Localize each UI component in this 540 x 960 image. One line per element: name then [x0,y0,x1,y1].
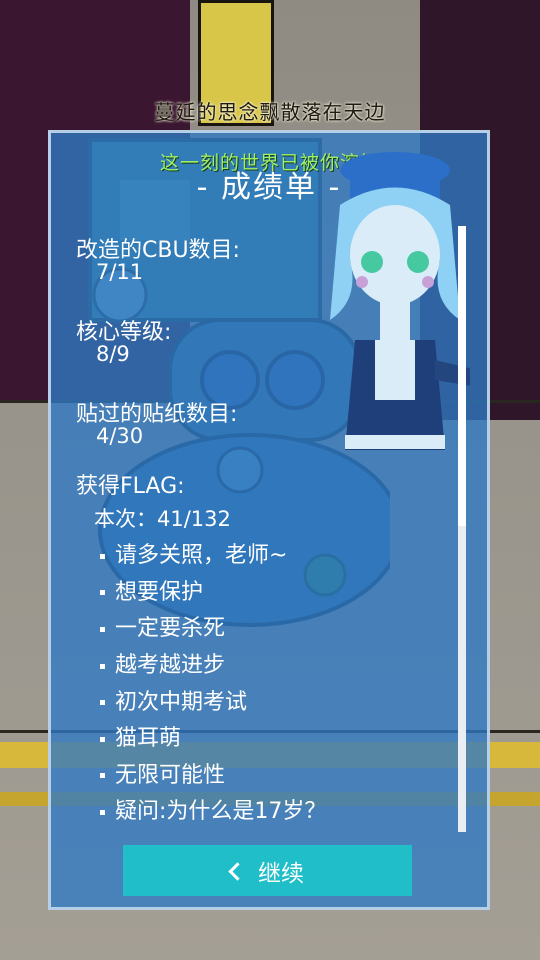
continue-label: 继续 [258,860,304,887]
list-item: 猫耳萌 [100,721,326,758]
flag-text: 疑问:为什么是17岁？ [115,799,327,825]
bullet-icon [100,809,105,815]
list-item: 请多关照，老师~ [100,538,326,575]
scrollbar[interactable] [458,226,466,832]
flag-text: 越考越进步 [115,653,226,679]
bullet-icon [100,590,105,596]
character-girl-illustration [330,152,470,450]
list-item: 想要保护 [100,575,326,612]
flag-text: 想要保护 [115,579,204,605]
sticker-count-value: 4/30 [96,424,144,448]
flag-list: 请多关照，老师~ 想要保护 一定要杀死 越考越进步 初次中期考试 猫耳萌 无限可… [100,538,326,831]
core-level-value: 8/9 [96,342,130,366]
bullet-icon [100,700,105,706]
list-item: 越考越进步 [100,648,326,685]
flag-text: 请多关照，老师~ [115,543,288,569]
flags-label: 获得FLAG: [76,474,185,499]
scrollbar-thumb[interactable] [458,226,466,526]
bullet-icon [100,626,105,632]
flags-count: 本次：41/132 [94,507,231,531]
bullet-icon [100,553,105,559]
flag-text: 初次中期考试 [115,689,248,715]
flag-text: 猫耳萌 [115,726,182,752]
flag-text: 一定要杀死 [115,616,226,642]
bullet-icon [100,663,105,669]
header-line-1: 蔓延的思念飘散落在天边 [154,100,386,124]
list-item: 疑问:为什么是17岁？ [100,794,326,831]
continue-button[interactable]: 继续 [123,845,412,896]
list-item: 一定要杀死 [100,611,326,648]
list-item: 初次中期考试 [100,684,326,721]
bullet-icon [100,736,105,742]
list-item: 无限可能性 [100,758,326,795]
chevron-left-icon [228,862,247,881]
bullet-icon [100,773,105,779]
cbu-count-value: 7/11 [96,260,144,284]
flag-text: 无限可能性 [115,762,226,788]
